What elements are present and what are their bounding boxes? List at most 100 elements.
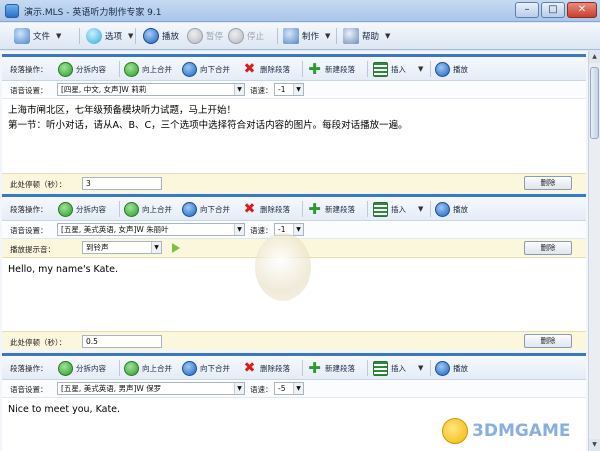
chevron-down-icon: ▼ [234,224,244,235]
insert-button[interactable]: 插入 [373,200,406,218]
play-paragraph-button[interactable]: 播放 [435,60,468,78]
separator [336,28,337,44]
paragraph-toolbar: 段落操作： 分拆内容 向上合并 向下合并 ✖ 删除段落 ✚ 新建段落 插入 ▼ 播放 [2,197,586,221]
play-button-label: 播放 [162,32,180,42]
hint-sound-select[interactable]: 到铃声 ▼ [82,241,162,254]
paragraph-block: 段落操作： 分拆内容 向上合并 向下合并 ✖ 删除段落 ✚ 新建段落 插入 ▼ 播放… [2,54,586,192]
separator [119,201,120,217]
help-menu[interactable]: 帮助 ▼ [343,26,390,46]
paragraph-text[interactable]: 上海市闸北区，七年级预备模块听力试题，马上开始！ 第一节：听小对话，请从A、B、… [2,100,586,173]
speed-select[interactable]: -5 ▼ [274,382,304,395]
pause-icon [187,28,203,44]
file-menu-label: 文件 [33,32,51,42]
voice-select[interactable]: [五星, 美式英语, 女声]W 朱丽叶 ▼ [57,223,245,236]
merge-up-button[interactable]: 向上合并 [124,200,172,218]
chevron-down-icon: ▼ [128,32,134,40]
voice-select[interactable]: [五星, 美式英语, 男声]W 保罗 ▼ [57,382,245,395]
delete-paragraph-label: 删除段落 [260,204,290,214]
voice-settings-label: 语音设置： [10,86,48,95]
separator [302,360,303,376]
chevron-down-icon[interactable]: ▼ [418,364,423,372]
options-icon [86,28,102,44]
delete-button[interactable]: 删除 [524,334,572,348]
vertical-scrollbar[interactable]: ▲ ▼ [588,51,600,451]
merge-up-button[interactable]: 向上合并 [124,359,172,377]
minimize-button[interactable]: – [515,2,539,18]
play-paragraph-button[interactable]: 播放 [435,359,468,377]
speed-label: 语速： [250,385,273,394]
delete-paragraph-button[interactable]: ✖ 删除段落 [242,359,290,377]
merge-down-label: 向下合并 [200,204,230,214]
merge-down-button[interactable]: 向下合并 [182,60,230,78]
stop-button[interactable]: 停止 [228,26,264,46]
paragraph-list: 段落操作： 分拆内容 向上合并 向下合并 ✖ 删除段落 ✚ 新建段落 插入 ▼ 播放… [0,51,588,451]
arrow-up-icon [124,201,139,217]
chevron-down-icon[interactable]: ▼ [418,205,423,213]
scroll-up-icon[interactable]: ▲ [589,51,600,63]
make-menu[interactable]: 制作 ▼ [283,26,330,46]
delete-icon: ✖ [243,200,256,217]
stop-icon [228,28,244,44]
voice-select[interactable]: [四星, 中文, 女声]W 莉莉 ▼ [57,83,245,96]
chevron-down-icon: ▼ [234,84,244,95]
watermark-text: 3DMGAME [472,421,571,441]
delete-paragraph-button[interactable]: ✖ 删除段落 [242,200,290,218]
separator [367,201,368,217]
title-bar: 演示.MLS - 英语听力制作专家 9.1 – □ ✕ [0,0,600,22]
help-icon [343,28,359,44]
chevron-down-icon: ▼ [293,84,303,95]
split-button[interactable]: 分拆内容 [58,359,106,377]
new-paragraph-button[interactable]: ✚ 新建段落 [307,60,355,78]
arrow-up-icon [124,61,139,77]
chevron-down-icon: ▼ [56,32,62,40]
para-ops-label: 段落操作： [10,65,48,74]
insert-button[interactable]: 插入 [373,60,406,78]
insert-button[interactable]: 插入 [373,359,406,377]
merge-up-label: 向上合并 [142,363,172,373]
play-paragraph-button[interactable]: 播放 [435,200,468,218]
speed-value: -5 [278,384,286,393]
scroll-down-icon[interactable]: ▼ [589,439,600,451]
merge-down-label: 向下合并 [200,363,230,373]
split-button[interactable]: 分拆内容 [58,60,106,78]
arrow-up-icon [124,360,139,376]
pause-label: 此处停顿（秒）： [10,180,67,189]
separator [430,360,431,376]
maximize-button[interactable]: □ [541,2,565,18]
close-button[interactable]: ✕ [567,2,597,18]
delete-button[interactable]: 删除 [524,241,572,255]
new-paragraph-label: 新建段落 [325,363,355,373]
separator [277,28,278,44]
merge-down-button[interactable]: 向下合并 [182,359,230,377]
play-button[interactable]: 播放 [143,26,179,46]
merge-up-label: 向上合并 [142,64,172,74]
chevron-down-icon: ▼ [325,32,331,40]
pause-button[interactable]: 暂停 [187,26,223,46]
options-menu[interactable]: 选项 ▼ [86,26,133,46]
play-icon[interactable] [172,243,180,253]
help-menu-label: 帮助 [362,32,380,42]
new-paragraph-label: 新建段落 [325,204,355,214]
new-paragraph-button[interactable]: ✚ 新建段落 [307,359,355,377]
delete-paragraph-button[interactable]: ✖ 删除段落 [242,60,290,78]
separator [302,61,303,77]
file-menu[interactable]: 文件 ▼ [14,26,61,46]
delete-button[interactable]: 删除 [524,176,572,190]
pause-input[interactable]: 3 [82,177,162,190]
separator [430,201,431,217]
separator [119,360,120,376]
play-paragraph-label: 播放 [453,204,468,214]
play-paragraph-label: 播放 [453,363,468,373]
new-paragraph-button[interactable]: ✚ 新建段落 [307,200,355,218]
speed-select[interactable]: -1 ▼ [274,83,304,96]
play-icon [435,201,450,217]
split-button[interactable]: 分拆内容 [58,200,106,218]
merge-up-button[interactable]: 向上合并 [124,60,172,78]
chevron-down-icon[interactable]: ▼ [418,65,423,73]
arrow-down-icon [182,360,197,376]
pause-row: 此处停顿（秒）： 0.5 删除 [2,331,586,350]
pause-input[interactable]: 0.5 [82,335,162,348]
merge-down-button[interactable]: 向下合并 [182,200,230,218]
scrollbar-thumb[interactable] [590,67,599,139]
hint-sound-value: 到铃声 [86,243,109,252]
